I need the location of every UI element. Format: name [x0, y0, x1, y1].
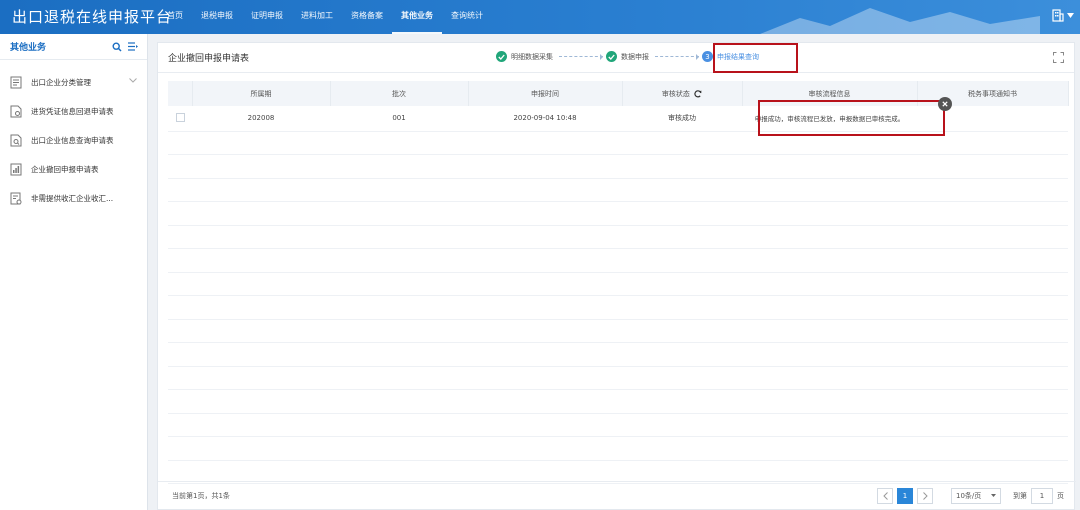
- goto-page-input[interactable]: 1: [1031, 487, 1053, 504]
- page-number-button[interactable]: 1: [897, 487, 913, 504]
- cell-period: 202008: [192, 106, 330, 132]
- nav-processing[interactable]: 进料加工: [292, 0, 342, 34]
- document-settings-icon: [10, 192, 22, 205]
- step-label: 明细数据采集: [511, 52, 553, 61]
- refresh-icon[interactable]: [694, 89, 702, 98]
- main-panel: 企业撤回申报申请表 明细数据采集 数据申报 3 申报结果查询 所属期 批次 申报…: [157, 42, 1076, 510]
- nav-qualification[interactable]: 资格备案: [342, 0, 392, 34]
- menu-collapse-icon[interactable]: [127, 41, 139, 53]
- next-page-button[interactable]: [917, 487, 933, 504]
- empty-row: [168, 201, 1068, 226]
- panel-header: 企业撤回申报申请表 明细数据采集 数据申报 3 申报结果查询: [158, 43, 1074, 73]
- page-title: 企业撤回申报申请表: [168, 54, 250, 64]
- column-header: 批次: [330, 81, 469, 106]
- step-number-badge: 3: [702, 51, 713, 62]
- building-icon: [1052, 9, 1064, 22]
- caret-down-icon: [991, 494, 996, 497]
- sidebar: 其他业务 出口企业分类管理 进货凭证信息回退申请表 出口企业信息查询申请表 企业…: [0, 34, 148, 510]
- prev-page-button[interactable]: [877, 487, 893, 504]
- document-refresh-icon: [10, 105, 22, 118]
- document-search-icon: [10, 134, 22, 147]
- sidebar-item-label: 进货凭证信息回退申请表: [31, 107, 114, 116]
- expand-icon[interactable]: [1053, 52, 1064, 63]
- highlight-box-step: [713, 43, 798, 73]
- sidebar-item-enterprise-classification[interactable]: 出口企业分类管理: [0, 68, 147, 97]
- step-label: 数据申报: [621, 52, 649, 61]
- chevron-down-icon: [129, 78, 137, 83]
- top-header: 出口退税在线申报平台 首页 退税申报 证明申报 进料加工 资格备案 其他业务 查…: [0, 0, 1080, 34]
- column-header-status: 审核状态: [622, 81, 743, 106]
- select-all-column: [168, 81, 193, 106]
- search-icon[interactable]: [111, 41, 123, 53]
- chevron-left-icon: [882, 491, 888, 500]
- pagination-bar: 当前第1页，共1条 1 10条/页 到第 1 页: [158, 481, 1076, 509]
- page-unit-label: 页: [1057, 491, 1064, 500]
- row-checkbox[interactable]: [175, 112, 185, 122]
- page-size-value: 10条/页: [956, 491, 982, 500]
- app-title: 出口退税在线申报平台: [12, 8, 173, 26]
- empty-row: [168, 436, 1068, 461]
- empty-row: [168, 319, 1068, 343]
- nav-home[interactable]: 首页: [158, 0, 192, 34]
- column-header: 所属期: [192, 81, 331, 106]
- nav-other-business[interactable]: 其他业务: [392, 0, 442, 34]
- step-connector: [655, 54, 699, 60]
- sidebar-item-label: 非需提供收汇企业收汇...: [31, 194, 114, 203]
- step-detail-collection[interactable]: 明细数据采集: [496, 51, 553, 62]
- pager: 1 10条/页 到第 1 页: [877, 487, 1076, 504]
- page-summary: 当前第1页，共1条: [172, 491, 230, 500]
- sidebar-item-exchange-collection[interactable]: 非需提供收汇企业收汇...: [0, 184, 147, 213]
- cell-batch: 001: [330, 106, 468, 132]
- sidebar-item-label: 出口企业分类管理: [31, 78, 91, 87]
- close-icon[interactable]: [938, 97, 952, 111]
- check-circle-icon: [496, 51, 507, 62]
- highlight-box-flow-info: [758, 100, 945, 136]
- chevron-right-icon: [922, 491, 928, 500]
- nav-query-stats[interactable]: 查询统计: [442, 0, 492, 34]
- user-menu[interactable]: [1052, 9, 1074, 22]
- empty-row: [168, 225, 1068, 249]
- cell-status: 审核成功: [622, 106, 742, 132]
- document-list-icon: [10, 76, 22, 89]
- empty-row: [168, 413, 1068, 437]
- empty-row: [168, 154, 1068, 179]
- goto-label: 到第: [1013, 491, 1027, 500]
- nav-certificate[interactable]: 证明申报: [242, 0, 292, 34]
- empty-row: [168, 295, 1068, 320]
- step-data-declaration[interactable]: 数据申报: [606, 51, 649, 62]
- sidebar-item-label: 出口企业信息查询申请表: [31, 136, 114, 145]
- sidebar-item-voucher-rollback[interactable]: 进货凭证信息回退申请表: [0, 97, 147, 126]
- main-nav: 首页 退税申报 证明申报 进料加工 资格备案 其他业务 查询统计: [158, 0, 492, 34]
- sidebar-title: 其他业务: [10, 43, 47, 53]
- result-table: 所属期 批次 申报时间 审核状态 审核流程信息 税务事项通知书 202008 0…: [168, 81, 1069, 484]
- empty-row: [168, 248, 1068, 273]
- cell-time: 2020-09-04 10:48: [468, 106, 622, 132]
- empty-row: [168, 460, 1068, 484]
- empty-row: [168, 389, 1068, 414]
- nav-tax-refund[interactable]: 退税申报: [192, 0, 242, 34]
- mountain-decoration: [760, 8, 1040, 34]
- step-connector: [559, 54, 603, 60]
- sidebar-item-info-query[interactable]: 出口企业信息查询申请表: [0, 126, 147, 155]
- column-header-label: 审核状态: [661, 89, 690, 98]
- caret-down-icon: [1067, 13, 1074, 18]
- empty-row: [168, 272, 1068, 296]
- chart-document-icon: [10, 163, 22, 176]
- page-size-select[interactable]: 10条/页: [951, 487, 1001, 504]
- column-header: 申报时间: [468, 81, 623, 106]
- sidebar-item-withdraw-declaration[interactable]: 企业撤回申报申请表: [0, 155, 147, 184]
- empty-row: [168, 178, 1068, 202]
- empty-row: [168, 366, 1068, 390]
- sidebar-item-label: 企业撤回申报申请表: [31, 165, 99, 174]
- empty-row: [168, 342, 1068, 367]
- sidebar-header: 其他业务: [0, 34, 147, 60]
- check-circle-icon: [606, 51, 617, 62]
